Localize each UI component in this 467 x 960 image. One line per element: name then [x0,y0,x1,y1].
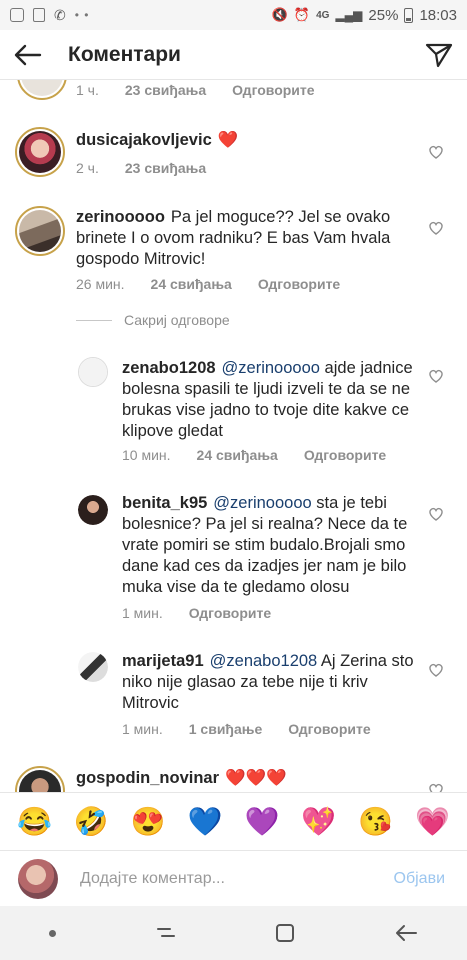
like-heart-icon[interactable] [428,220,444,236]
username[interactable]: gospodin_novinar [76,769,219,787]
like-heart-icon[interactable] [428,782,444,792]
back-button[interactable] [0,30,56,80]
comment-meta: 10 мин. 24 свиђања Одговорите [122,447,386,463]
header: Коментари [0,30,467,80]
share-button[interactable] [411,30,467,80]
comment-input[interactable]: Додајте коментар... [80,870,394,888]
comment-likes[interactable]: 24 свиђања [151,276,232,292]
comment-text: gospodin_novinar ❤️❤️❤️ [76,768,287,789]
avatar[interactable] [78,652,108,682]
emoji-button[interactable]: 😍 [131,807,166,836]
paper-plane-icon [425,43,453,67]
emoji-button[interactable]: 💙 [188,807,223,836]
comment-text: zerinooooo Pa jel moguce?? Jel se ovako b… [76,207,416,270]
more-dots-icon: • • [74,8,90,22]
avatar[interactable] [15,127,65,177]
hide-replies-toggle[interactable]: Сакриј одговоре [76,312,230,328]
comment-likes[interactable]: 24 свиђања [197,447,278,463]
comment-text: marijeta91 @zenabo1208 Aj Zerina sto niko… [122,651,422,714]
comment-meta: 1 ч. 23 свиђања Одговорите [76,82,315,98]
sim-icon [33,8,45,22]
hide-replies-label: Сакриј одговоре [124,312,230,328]
comment-time: 10 мин. [122,447,171,463]
comment-meta: 2 ч. 23 свиђања [76,160,206,176]
username[interactable]: zerinooooo [76,208,165,226]
comment-composer: Додајте коментар... Објави [0,850,467,906]
comment-text: zenabo1208 @zerinooooo ajde jadnice boles… [122,358,422,442]
page-title: Коментари [68,42,181,66]
current-user-avatar [18,858,58,899]
back-nav-icon[interactable] [394,924,418,942]
recents-icon[interactable] [155,924,177,942]
emoji-button[interactable]: 💗 [415,807,450,836]
comment-time: 1 мин. [122,721,163,737]
comment-time: 2 ч. [76,160,99,176]
username[interactable]: benita_k95 [122,494,207,512]
status-bar: ✆ • • 🔇 ⏰ 4G ▂▄▆ 25% 18:03 [0,0,467,30]
network-label: 4G [316,9,330,21]
comment-text: dusicajakovljevic ❤️ [76,130,238,151]
mention-link[interactable]: @zerinooooo [213,494,311,512]
gallery-icon [10,8,24,22]
emoji-quick-bar: 😂 🤣 😍 💙 💜 💖 😘 💗 [0,792,467,850]
comment-likes[interactable]: 23 свиђања [125,82,206,98]
battery-icon [404,7,414,23]
emoji-button[interactable]: 🤣 [74,807,109,836]
phone-icon: ✆ [54,6,66,23]
comment-text: benita_k95 @zerinooooo sta je tebi bolesn… [122,493,422,598]
avatar[interactable] [15,766,65,792]
comment-body: ❤️❤️❤️ [225,769,287,787]
arrow-left-icon [14,44,42,65]
mute-icon: 🔇 [271,7,288,22]
like-heart-icon[interactable] [428,144,444,160]
username[interactable]: zenabo1208 [122,359,216,377]
reply-button[interactable]: Одговорите [189,605,271,621]
comment-time: 1 мин. [122,605,163,621]
like-heart-icon[interactable] [428,368,444,384]
comments-list[interactable]: 1 ч. 23 свиђања Одговорите dusicajakovlj… [0,80,467,792]
reply-button[interactable]: Одговорите [304,447,386,463]
comment-meta: 1 мин. Одговорите [122,605,271,621]
comment-meta: 1 мин. 1 свиђање Одговорите [122,721,371,737]
comment-time: 26 мин. [76,276,125,292]
mention-link[interactable]: @zerinooooo [222,359,320,377]
avatar[interactable] [78,495,108,525]
emoji-button[interactable]: 😘 [358,807,393,836]
comment-time: 1 ч. [76,82,99,98]
reply-button[interactable]: Одговорите [258,276,340,292]
post-button[interactable]: Објави [394,870,446,888]
divider [76,319,112,321]
clock: 18:03 [419,6,457,24]
reply-button[interactable]: Одговорите [288,721,370,737]
home-icon[interactable] [275,923,295,943]
like-heart-icon[interactable] [428,662,444,678]
dot-icon[interactable] [49,929,57,937]
battery-percent: 25% [368,6,399,24]
system-nav-bar [0,906,467,960]
mention-link[interactable]: @zenabo1208 [210,652,318,670]
comment-likes[interactable]: 23 свиђања [125,160,206,176]
avatar[interactable] [15,206,65,256]
avatar[interactable] [17,80,67,100]
emoji-button[interactable]: 💜 [245,807,280,836]
comment-body: ❤️ [217,131,239,149]
emoji-button[interactable]: 😂 [17,807,52,836]
reply-button[interactable]: Одговорите [232,82,314,98]
username[interactable]: dusicajakovljevic [76,131,212,149]
alarm-icon: ⏰ [293,7,311,22]
comment-meta: 26 мин. 24 свиђања Одговорите [76,276,340,292]
username[interactable]: marijeta91 [122,652,204,670]
comment-likes[interactable]: 1 свиђање [189,721,263,737]
like-heart-icon[interactable] [428,506,444,522]
emoji-button[interactable]: 💖 [301,807,336,836]
signal-icon: ▂▄▆ [335,8,363,22]
avatar[interactable] [78,357,108,387]
